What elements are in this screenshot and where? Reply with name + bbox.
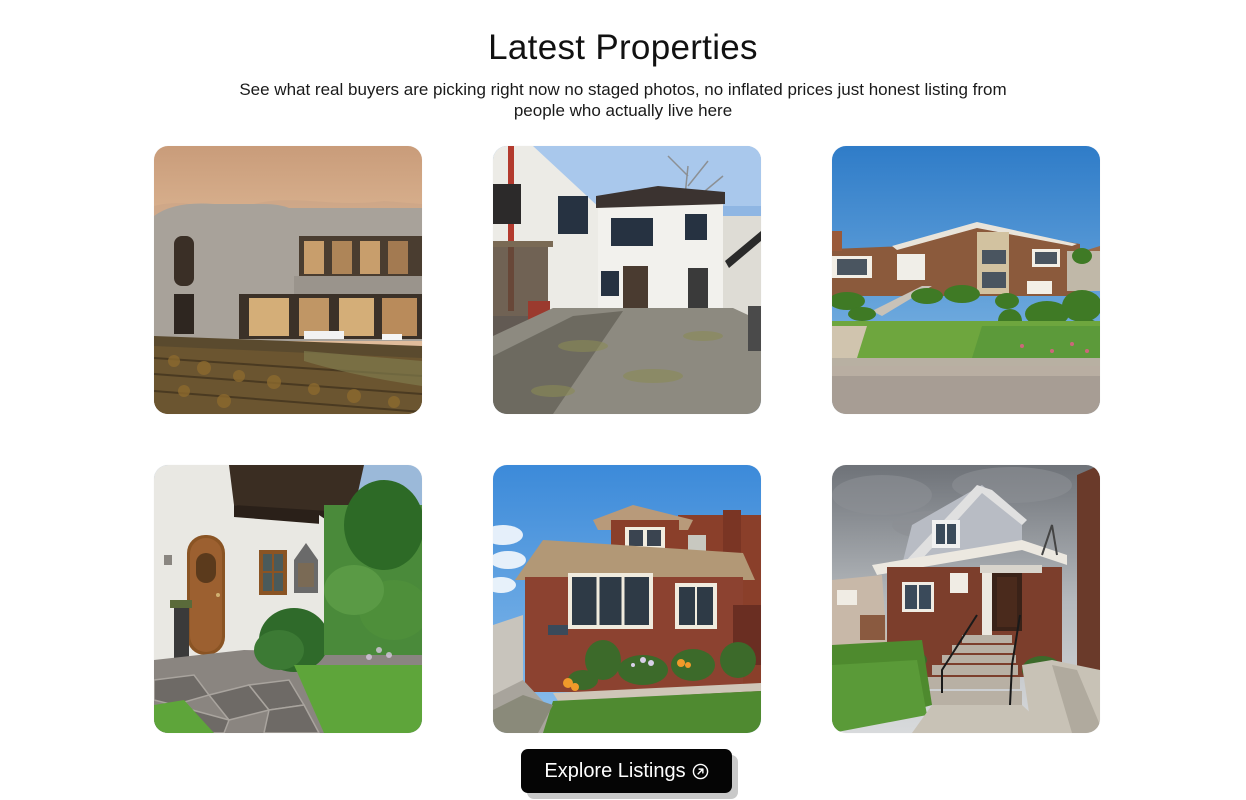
arrow-up-right-circle-icon xyxy=(692,763,709,780)
property-image xyxy=(493,146,761,414)
property-image xyxy=(154,465,422,733)
property-image xyxy=(154,146,422,414)
property-image xyxy=(493,465,761,733)
property-card-2[interactable] xyxy=(493,146,761,414)
property-card-6[interactable] xyxy=(832,465,1100,733)
property-card-3[interactable] xyxy=(832,146,1100,414)
property-image xyxy=(832,465,1100,733)
explore-listings-label: Explore Listings xyxy=(544,759,686,782)
property-image xyxy=(832,146,1100,414)
latest-properties-section: Latest Properties See what real buyers a… xyxy=(0,0,1246,800)
section-subtitle: See what real buyers are picking right n… xyxy=(239,80,1007,120)
section-title: Latest Properties xyxy=(488,28,758,67)
property-card-4[interactable] xyxy=(154,465,422,733)
explore-listings-button[interactable]: Explore Listings xyxy=(521,749,732,793)
property-card-1[interactable] xyxy=(154,146,422,414)
property-card-5[interactable] xyxy=(493,465,761,733)
